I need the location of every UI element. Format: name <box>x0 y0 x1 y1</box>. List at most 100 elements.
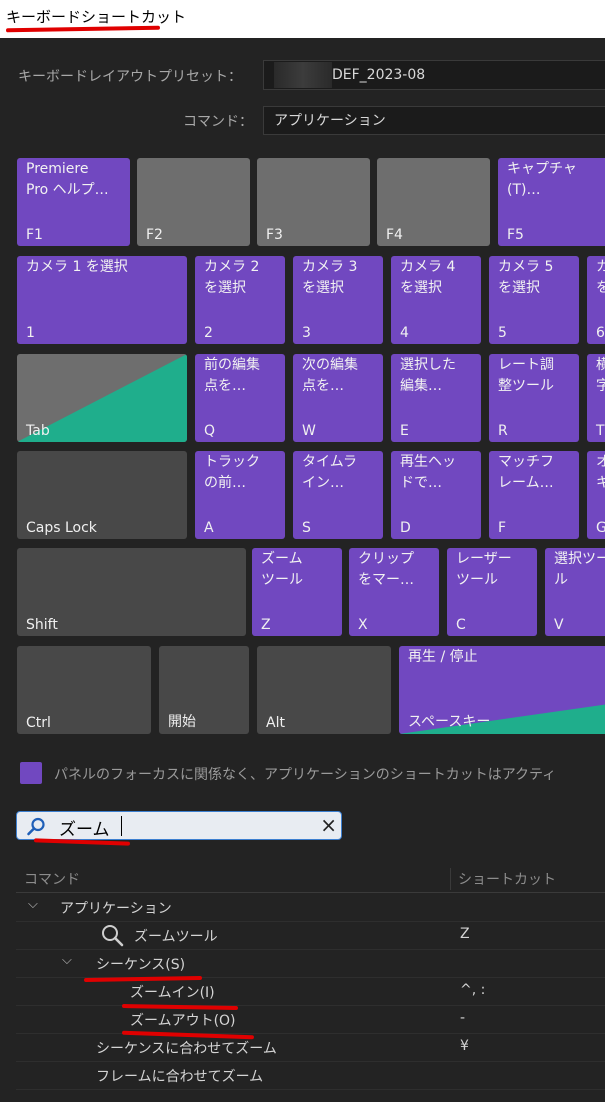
title-bar: キーボードショートカット <box>0 0 605 38</box>
key-character-label: V <box>554 617 564 633</box>
key-3-2[interactable]: タイムラ イン… S <box>293 451 383 539</box>
key-0-3[interactable]: F4 <box>377 158 490 246</box>
command-label: コマンド： <box>183 114 253 130</box>
key-3-0[interactable]: Caps Lock <box>17 451 187 539</box>
key-2-0[interactable]: Tab <box>17 354 187 442</box>
key-character-label: 開始 <box>168 714 196 730</box>
key-character-label: 1 <box>26 325 35 341</box>
key-command-label: オ キ <box>596 454 605 491</box>
shortcut-value[interactable]: Z <box>460 926 470 942</box>
key-1-0[interactable]: カメラ 1 を選択 1 <box>17 256 187 344</box>
key-command-label: カ を <box>596 259 605 296</box>
key-command-label: 横 字 <box>596 357 605 394</box>
key-4-3[interactable]: レーザー ツール C <box>447 548 537 636</box>
key-character-label: R <box>498 423 508 439</box>
key-2-1[interactable]: 前の編集 点を… Q <box>195 354 285 442</box>
search-input[interactable]: ズーム <box>59 815 110 840</box>
table-row[interactable]: フレームに合わせてズーム <box>16 1061 605 1090</box>
key-1-5[interactable]: カ を 6 <box>587 256 605 344</box>
key-2-5[interactable]: 横 字 T <box>587 354 605 442</box>
key-character-label: T <box>596 423 605 439</box>
key-character-label: F5 <box>507 227 524 243</box>
key-4-4[interactable]: 選択ツー ル V <box>545 548 605 636</box>
preset-label: キーボードレイアウトプリセット： <box>18 69 242 85</box>
text-caret <box>121 816 122 836</box>
command-name: シーケンス(S) <box>96 957 186 973</box>
key-character-label: 5 <box>498 325 507 341</box>
key-3-1[interactable]: トラック の前… A <box>195 451 285 539</box>
command-name: シーケンスに合わせてズーム <box>96 1041 277 1057</box>
command-dropdown[interactable]: アプリケーション <box>263 106 605 135</box>
key-1-3[interactable]: カメラ 4 を選択 4 <box>391 256 481 344</box>
key-1-2[interactable]: カメラ 3 を選択 3 <box>293 256 383 344</box>
key-0-4[interactable]: キャプチャ (T)… F5 <box>498 158 605 246</box>
key-character-label: A <box>204 520 214 536</box>
key-character-label: スペースキー <box>408 714 491 730</box>
table-row[interactable]: ズームツール Z <box>16 921 605 950</box>
key-2-4[interactable]: レート調 整ツール R <box>489 354 579 442</box>
command-name: フレームに合わせてズーム <box>96 1069 264 1085</box>
key-command-label: 選択した 編集… <box>400 357 456 394</box>
column-divider[interactable] <box>450 868 451 890</box>
key-character-label: Tab <box>26 423 50 439</box>
column-header-command[interactable]: コマンド <box>24 869 80 889</box>
key-character-label: F3 <box>266 227 283 243</box>
global-shortcut-label: パネルのフォーカスに関係なく、アプリケーションのショートカットはアクティ <box>54 767 557 783</box>
key-4-1[interactable]: ズーム ツール Z <box>252 548 342 636</box>
global-shortcut-checkbox[interactable] <box>20 762 42 784</box>
key-character-label: G <box>596 520 605 536</box>
key-character-label: 6 <box>596 325 605 341</box>
table-row[interactable]: シーケンスに合わせてズーム ¥ <box>16 1033 605 1062</box>
command-value: アプリケーション <box>274 113 386 129</box>
magnifier-icon <box>102 925 124 947</box>
key-command-label: 再生ヘッ ドで… <box>400 454 456 491</box>
key-5-1[interactable]: 開始 <box>159 646 249 734</box>
key-character-label: Z <box>261 617 271 633</box>
key-character-label: F <box>498 520 507 536</box>
key-5-2[interactable]: Alt <box>257 646 391 734</box>
key-character-label: Caps Lock <box>26 520 97 536</box>
key-0-2[interactable]: F3 <box>257 158 370 246</box>
key-character-label: W <box>302 423 316 439</box>
key-command-label: レーザー ツール <box>456 551 512 588</box>
key-character-label: Alt <box>266 715 285 731</box>
key-character-label: D <box>400 520 411 536</box>
shortcut-value[interactable]: ^, : <box>460 982 485 998</box>
key-command-label: レート調 整ツール <box>498 357 554 394</box>
redacted-region <box>274 62 332 88</box>
key-3-3[interactable]: 再生ヘッ ドで… D <box>391 451 481 539</box>
key-3-5[interactable]: オ キ G <box>587 451 605 539</box>
key-5-0[interactable]: Ctrl <box>17 646 151 734</box>
key-character-label: 3 <box>302 325 311 341</box>
key-2-3[interactable]: 選択した 編集… E <box>391 354 481 442</box>
key-2-2[interactable]: 次の編集 点を… W <box>293 354 383 442</box>
key-command-label: 選択ツー ル <box>554 551 605 588</box>
chevron-down-icon[interactable]: ⌵ <box>28 897 38 912</box>
key-0-0[interactable]: Premiere Pro ヘルプ… F1 <box>17 158 130 246</box>
key-command-label: 次の編集 点を… <box>302 357 358 394</box>
table-row[interactable]: ⌵ シーケンス(S) <box>16 949 605 978</box>
chevron-down-icon[interactable]: ⌵ <box>62 953 72 968</box>
key-3-4[interactable]: マッチフ レーム… F <box>489 451 579 539</box>
shortcut-value[interactable]: - <box>460 1010 465 1026</box>
key-5-3[interactable]: 再生 / 停止 スペースキー <box>399 646 605 734</box>
key-0-1[interactable]: F2 <box>137 158 250 246</box>
preset-value: DEF_2023-08 <box>332 67 426 83</box>
key-1-1[interactable]: カメラ 2 を選択 2 <box>195 256 285 344</box>
table-row[interactable]: ズームアウト(O) - <box>16 1005 605 1034</box>
key-command-label: ズーム ツール <box>261 551 303 588</box>
key-4-2[interactable]: クリップ をマー… X <box>349 548 439 636</box>
key-1-4[interactable]: カメラ 5 を選択 5 <box>489 256 579 344</box>
search-field[interactable]: ズーム × <box>16 811 342 840</box>
table-row[interactable]: ⌵ アプリケーション <box>16 893 605 922</box>
column-header-shortcut[interactable]: ショートカット <box>458 869 556 889</box>
shortcut-value[interactable]: ¥ <box>460 1038 469 1054</box>
key-command-label: カメラ 3 を選択 <box>302 259 358 296</box>
key-character-label: Q <box>204 423 216 439</box>
key-command-label: 再生 / 停止 <box>408 649 478 665</box>
command-name: アプリケーション <box>60 901 172 917</box>
key-command-label: Premiere Pro ヘルプ… <box>26 161 109 198</box>
clear-search-icon[interactable]: × <box>320 814 337 836</box>
key-4-0[interactable]: Shift <box>17 548 246 636</box>
search-icon <box>27 817 45 836</box>
